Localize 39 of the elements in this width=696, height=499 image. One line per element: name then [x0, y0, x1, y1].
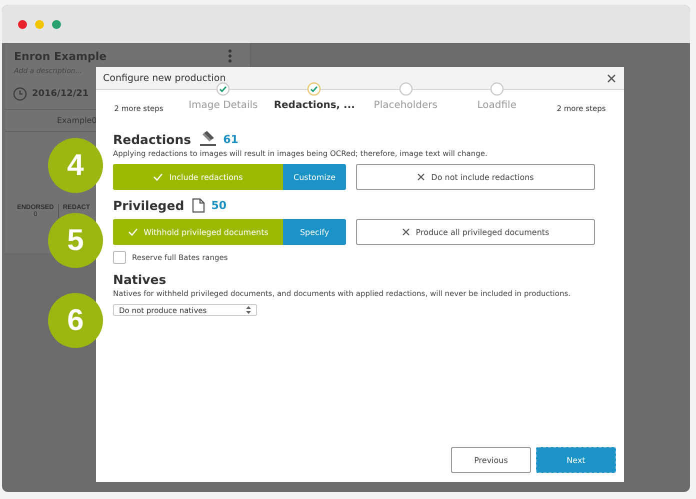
- step-tab[interactable]: Image Details: [188, 100, 258, 111]
- close-dot-icon[interactable]: [18, 20, 27, 28]
- check-icon: [128, 228, 138, 236]
- step-node-icon[interactable]: [490, 82, 504, 96]
- item-count-link[interactable]: 61: [223, 132, 238, 146]
- close-icon[interactable]: [607, 74, 616, 82]
- document-icon: [192, 198, 206, 213]
- close-icon: [417, 173, 426, 181]
- step-tab[interactable]: Redactions, ...: [274, 100, 355, 111]
- next-button[interactable]: Next: [536, 447, 616, 473]
- step-done-icon[interactable]: [216, 82, 230, 96]
- check-icon: [153, 173, 164, 181]
- more-options-icon[interactable]: [228, 49, 232, 63]
- step-tab[interactable]: Loadfile: [477, 100, 516, 111]
- previous-button[interactable]: Previous: [451, 447, 531, 473]
- step-tab[interactable]: Placeholders: [374, 100, 438, 111]
- step-node-icon[interactable]: [398, 82, 413, 96]
- checkbox[interactable]: [113, 251, 126, 264]
- option-button[interactable]: Produce all privileged documents: [356, 219, 595, 245]
- section-title: Privileged: [113, 198, 184, 213]
- marker-icon: [199, 131, 218, 147]
- column-header: Example0: [57, 116, 97, 125]
- section-title: Natives: [113, 272, 166, 287]
- item-count-link[interactable]: 50: [211, 199, 226, 212]
- sort-arrows-icon: [246, 306, 251, 314]
- minimize-dot-icon[interactable]: [35, 20, 44, 28]
- close-icon: [402, 228, 410, 236]
- step-done-icon[interactable]: [307, 82, 322, 96]
- settings-button[interactable]: Specify: [283, 219, 346, 245]
- option-button[interactable]: Withhold privileged documents: [113, 219, 283, 245]
- project-title: Enron Example: [14, 50, 107, 62]
- clock-icon: [13, 87, 27, 101]
- settings-button[interactable]: Customize: [283, 164, 346, 190]
- option-button[interactable]: Do not include redactions: [356, 164, 595, 190]
- date-label: 2016/12/21: [32, 89, 89, 99]
- dialog-title: Configure new production: [103, 72, 226, 84]
- option-button[interactable]: Include redactions: [113, 164, 283, 190]
- zoom-dot-icon[interactable]: [52, 20, 61, 28]
- section-title: Redactions: [113, 132, 192, 146]
